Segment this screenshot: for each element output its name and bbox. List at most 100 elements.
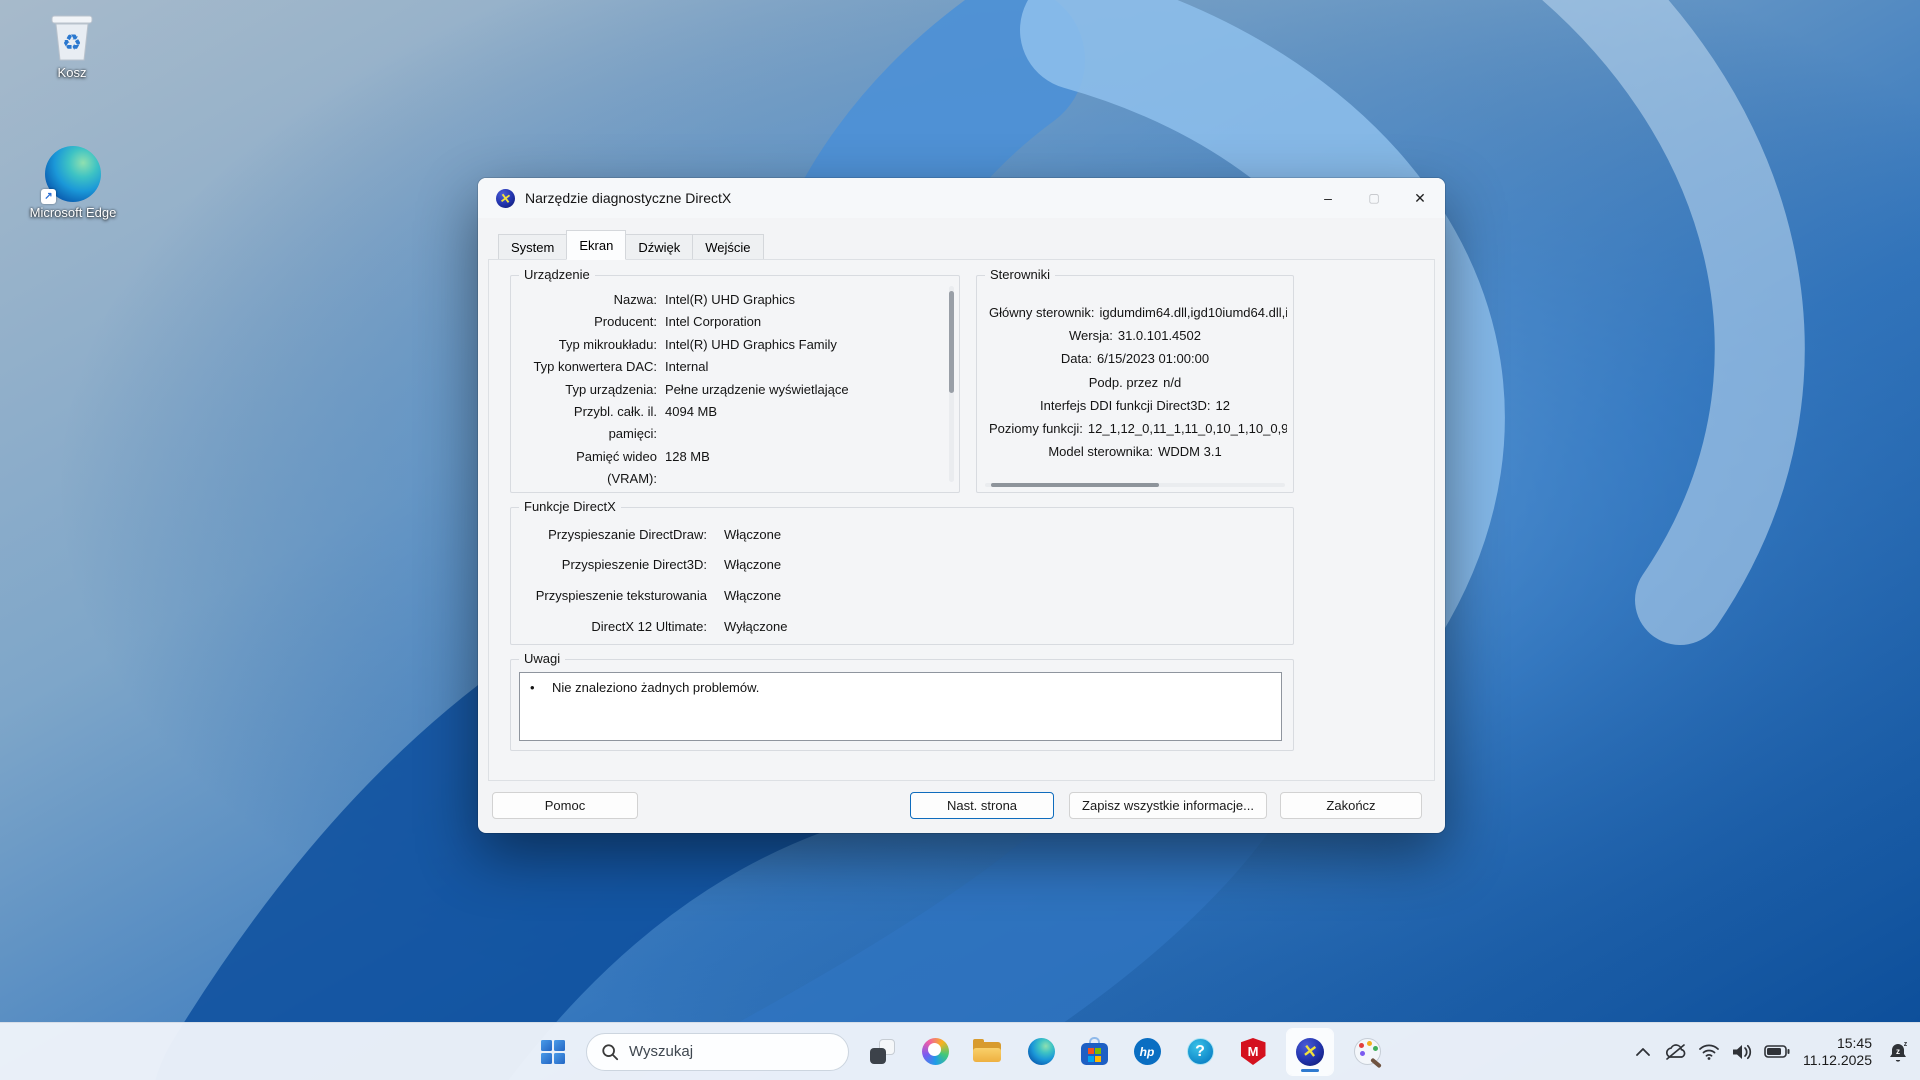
task-view-icon [869, 1038, 896, 1065]
driver-row: Data: 6/15/2023 01:00:00 [1060, 351, 1210, 367]
onedrive-tray-button[interactable] [1664, 1037, 1688, 1067]
note-item: • Nie znaleziono żadnych problemów. [530, 680, 760, 695]
folder-icon [973, 1039, 1003, 1064]
shortcut-arrow-icon: ↗ [41, 189, 56, 204]
scrollbar-thumb[interactable] [991, 483, 1159, 487]
feature-row: Przyspieszenie teksturowania Włączone [535, 587, 782, 603]
maximize-button[interactable]: ▢ [1351, 178, 1397, 218]
directx-icon: ✕ [1296, 1037, 1324, 1066]
drivers-groupbox: Sterowniki Główny sterownik: igdumdim64.… [976, 267, 1294, 493]
hp-button[interactable]: hp [1127, 1030, 1167, 1074]
mcafee-shield-icon: M [1240, 1038, 1266, 1065]
drivers-rows: Główny sterownik: igdumdim64.dll,igd10iu… [977, 276, 1293, 492]
svg-text:♻: ♻ [62, 30, 82, 55]
feature-row: DirectX 12 Ultimate: Wyłączone [591, 618, 788, 634]
driver-row: Wersja: 31.0.101.4502 [1069, 328, 1201, 344]
edge-icon: ↗ [41, 146, 101, 204]
driver-row: Podp. przez n/d [1088, 374, 1182, 390]
taskbar: hp ? M ✕ [0, 1022, 1920, 1080]
driver-row: Interfejs DDI funkcji Direct3D: 12 [1040, 397, 1230, 413]
close-button[interactable]: ✕ [1397, 178, 1443, 218]
search-input[interactable] [629, 1043, 799, 1060]
tray-date: 11.12.2025 [1802, 1051, 1872, 1068]
tray-clock[interactable]: 15:45 11.12.2025 [1800, 1035, 1875, 1069]
onedrive-offline-icon [1665, 1043, 1686, 1060]
desktop-icon-recycle-bin[interactable]: ♻ Kosz [22, 8, 122, 80]
desktop-icon-label: Microsoft Edge [29, 205, 117, 220]
device-vertical-scrollbar[interactable] [949, 286, 954, 482]
feature-row: Przyspieszanie DirectDraw: Włączone [548, 526, 782, 542]
desktop: ♻ Kosz ↗ Microsoft Edge ✕ Narzędzie diag… [0, 0, 1920, 1080]
tab-wejscie[interactable]: Wejście [692, 234, 764, 260]
notes-group-title: Uwagi [519, 651, 566, 666]
directx-taskbar-button[interactable]: ✕ [1286, 1028, 1334, 1075]
get-help-button[interactable]: ? [1180, 1030, 1220, 1074]
scrollbar-thumb[interactable] [949, 291, 954, 393]
titlebar[interactable]: ✕ Narzędzie diagnostyczne DirectX – ▢ ✕ [478, 178, 1445, 218]
paint-palette-icon [1353, 1038, 1382, 1069]
copilot-button[interactable] [915, 1030, 955, 1074]
directx-features-groupbox: Funkcje DirectX Przyspieszanie DirectDra… [510, 499, 1294, 645]
device-groupbox: Urządzenie Nazwa: Intel(R) UHD Graphics … [510, 267, 960, 493]
desktop-icon-label: Kosz [57, 65, 87, 80]
svg-text:z: z [1896, 1047, 1900, 1056]
directx-icon: ✕ [496, 188, 515, 208]
save-all-info-button[interactable]: Zapisz wszystkie informacje... [1069, 792, 1267, 819]
exit-button[interactable]: Zakończ [1280, 792, 1422, 819]
battery-tray-button[interactable] [1763, 1037, 1791, 1067]
tray-chevron-button[interactable] [1631, 1037, 1655, 1067]
device-row: Typ konwertera DAC: Internal [533, 359, 709, 375]
paint-button[interactable] [1347, 1030, 1387, 1074]
tab-dzwiek[interactable]: Dźwięk [626, 234, 693, 260]
next-page-button[interactable]: Nast. strona [910, 792, 1054, 819]
tab-system[interactable]: System [498, 234, 567, 260]
windows-logo-icon [541, 1039, 565, 1064]
device-row: Producent: Intel Corporation [594, 314, 762, 330]
tab-ekran[interactable]: Ekran [566, 230, 627, 260]
bullet: • [530, 680, 535, 695]
tab-strip: System Ekran Dźwięk Wejście [498, 230, 764, 260]
device-row: Pamięć współużytkowana: 3966 MB [523, 491, 937, 492]
svg-text:z: z [1904, 1041, 1908, 1048]
tray-time: 15:45 [1836, 1034, 1872, 1051]
desktop-icon-edge[interactable]: ↗ Microsoft Edge [23, 146, 123, 220]
volume-icon [1732, 1044, 1752, 1059]
device-rows: Nazwa: Intel(R) UHD Graphics Producent: … [511, 276, 959, 492]
device-row: Typ mikroukładu: Intel(R) UHD Graphics F… [558, 336, 837, 352]
notification-center-button[interactable]: z z [1884, 1037, 1912, 1067]
driver-row: Poziomy funkcji: 12_1,12_0,11_1,11_0,10_… [989, 421, 1287, 437]
store-icon [1080, 1037, 1108, 1066]
feature-row: Przyspieszenie Direct3D: Włączone [561, 557, 782, 573]
wifi-tray-button[interactable] [1697, 1037, 1721, 1067]
copilot-icon [921, 1038, 949, 1065]
notes-textbox[interactable]: • Nie znaleziono żadnych problemów. [519, 672, 1282, 741]
mcafee-button[interactable]: M [1233, 1030, 1273, 1074]
driver-row: Model sterownika: WDDM 3.1 [1048, 444, 1222, 460]
start-button[interactable] [533, 1030, 573, 1074]
active-app-indicator [1301, 1068, 1319, 1072]
bell-dnd-icon: z z [1890, 1041, 1908, 1062]
features-rows: Przyspieszanie DirectDraw: Włączone Przy… [511, 508, 1293, 644]
device-row: Pamięć wideo (VRAM): 128 MB [576, 448, 710, 487]
notes-list: • Nie znaleziono żadnych problemów. [520, 673, 1281, 695]
wifi-icon [1699, 1044, 1719, 1060]
edge-button[interactable] [1021, 1030, 1061, 1074]
microsoft-store-button[interactable] [1074, 1030, 1114, 1074]
edge-icon [1027, 1038, 1055, 1065]
help-button[interactable]: Pomoc [492, 792, 638, 819]
question-mark-icon: ? [1186, 1038, 1214, 1065]
task-view-button[interactable] [862, 1030, 902, 1074]
driver-row: Główny sterownik: igdumdim64.dll,igd10iu… [989, 305, 1287, 320]
minimize-button[interactable]: – [1305, 178, 1351, 218]
volume-tray-button[interactable] [1730, 1037, 1754, 1067]
chevron-up-icon [1636, 1047, 1650, 1056]
battery-icon [1764, 1045, 1790, 1058]
device-row: Nazwa: Intel(R) UHD Graphics [613, 292, 796, 307]
search-icon [602, 1043, 619, 1060]
recycle-bin-icon: ♻ [51, 15, 93, 61]
drivers-horizontal-scrollbar[interactable] [985, 483, 1285, 487]
file-explorer-button[interactable] [968, 1030, 1008, 1074]
dxdiag-window: ✕ Narzędzie diagnostyczne DirectX – ▢ ✕ … [478, 178, 1445, 833]
taskbar-search[interactable] [586, 1032, 849, 1071]
window-title: Narzędzie diagnostyczne DirectX [525, 190, 732, 206]
